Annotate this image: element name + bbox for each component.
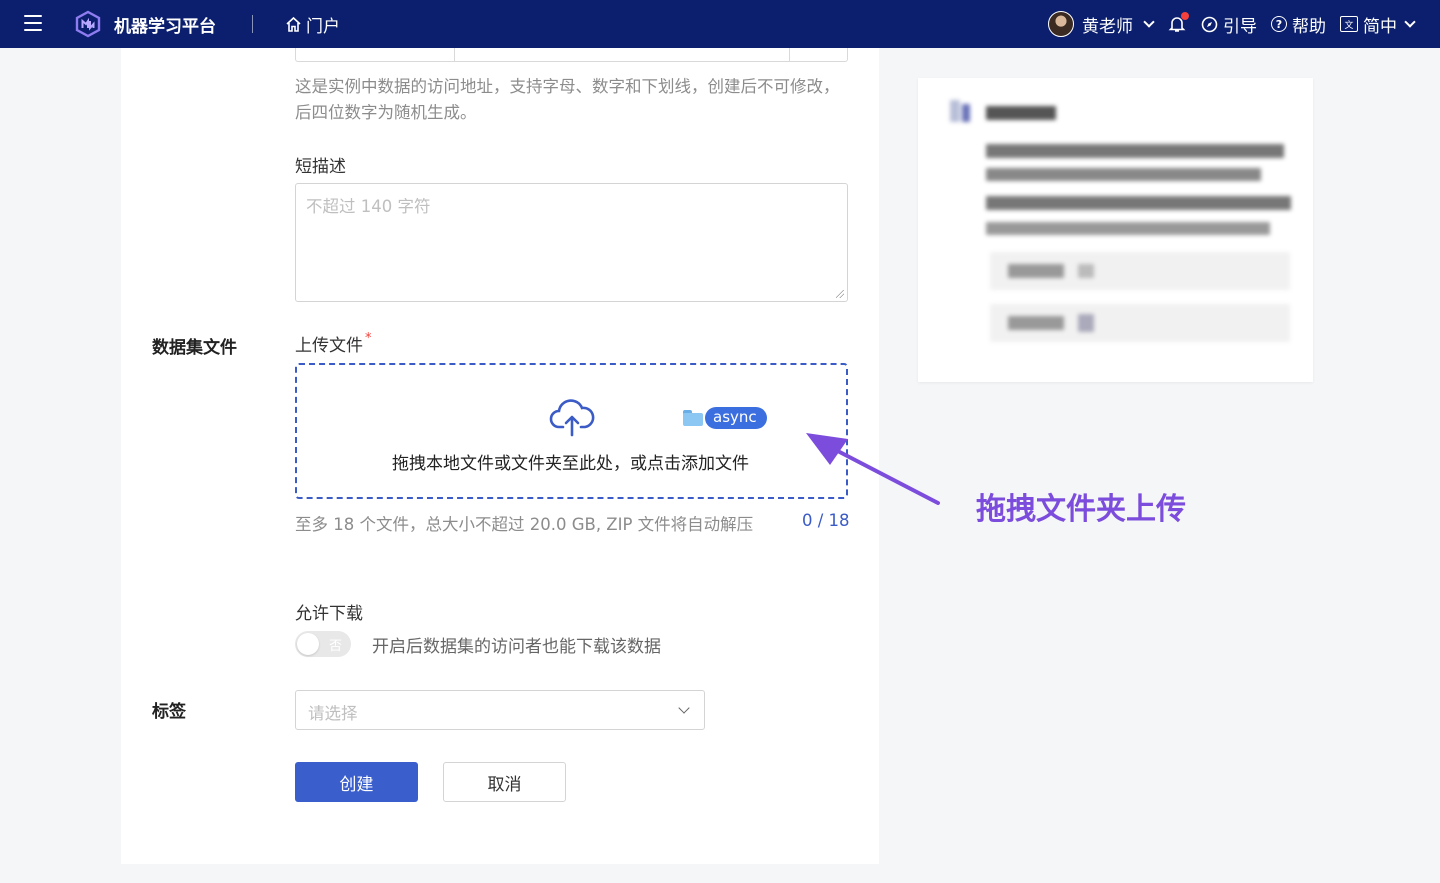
- annotation-arrow-icon: [806, 433, 940, 505]
- portal-link[interactable]: 门户: [285, 12, 340, 37]
- upload-limit-hint: 至多 18 个文件，总大小不超过 20.0 GB, ZIP 文件将自动解压: [295, 515, 754, 534]
- dragging-folder-name: async: [705, 407, 767, 429]
- menu-icon[interactable]: [24, 15, 42, 31]
- folder-icon: [683, 410, 703, 426]
- create-button[interactable]: 创建: [295, 762, 418, 802]
- cancel-button[interactable]: 取消: [443, 762, 566, 802]
- help-icon: ?: [1271, 16, 1287, 32]
- toggle-knob: [297, 633, 319, 655]
- home-icon: [286, 16, 301, 32]
- resize-handle-icon[interactable]: [836, 290, 844, 298]
- allow-download-label: 允许下载: [295, 604, 363, 624]
- side-info-card: [918, 78, 1313, 382]
- slug-input-group[interactable]: [295, 48, 848, 62]
- create-dataset-form: 这是实例中数据的访问地址，支持字母、数字和下划线，创建后不可修改，后四位数字为随…: [121, 48, 879, 864]
- chevron-down-icon: [1143, 15, 1155, 28]
- dragging-folder-preview: async: [683, 407, 767, 429]
- help-label: 帮助: [1292, 16, 1326, 37]
- file-dropzone[interactable]: async 拖拽本地文件或文件夹至此处，或点击添加文件: [295, 363, 848, 499]
- tags-select[interactable]: 请选择: [295, 690, 705, 730]
- portal-label: 门户: [306, 17, 340, 37]
- tags-placeholder: 请选择: [308, 704, 358, 723]
- compass-icon: [1201, 16, 1218, 32]
- guide-label: 引导: [1223, 16, 1257, 37]
- app-title[interactable]: 机器学习平台: [114, 12, 216, 37]
- user-name: 黄老师: [1082, 16, 1133, 37]
- short-desc-textarea[interactable]: 不超过 140 字符: [295, 183, 848, 302]
- chevron-down-icon: [678, 702, 690, 714]
- slug-help-text: 这是实例中数据的访问地址，支持字母、数字和下划线，创建后不可修改，后四位数字为随…: [295, 77, 840, 122]
- allow-download-description: 开启后数据集的访问者也能下载该数据: [372, 637, 661, 657]
- notification-bell-icon[interactable]: [1167, 12, 1189, 34]
- annotation-text: 拖拽文件夹上传: [976, 492, 1186, 527]
- notification-dot: [1181, 12, 1189, 20]
- right-nav: 黄老师 引导 ? 帮助 文 简中: [1048, 0, 1416, 48]
- upload-label-text: 上传文件: [295, 336, 363, 356]
- toggle-state-text: 否: [328, 639, 342, 654]
- required-mark: *: [365, 331, 372, 346]
- dropzone-text: 拖拽本地文件或文件夹至此处，或点击添加文件: [392, 454, 749, 474]
- language-switcher[interactable]: 文 简中: [1340, 12, 1416, 37]
- chevron-down-icon: [1404, 15, 1416, 28]
- slug-input-divider: [789, 48, 790, 62]
- user-menu[interactable]: 黄老师: [1048, 11, 1155, 37]
- top-navigation-bar: 机器学习平台 门户 黄老师 引导 ? 帮助 文 简中: [0, 0, 1440, 48]
- help-link[interactable]: ? 帮助: [1271, 12, 1326, 37]
- guide-link[interactable]: 引导: [1201, 12, 1257, 37]
- dataset-files-section-label: 数据集文件: [152, 338, 237, 358]
- blurred-content: [918, 78, 1313, 382]
- upload-label: 上传文件 *: [295, 331, 372, 356]
- avatar: [1048, 11, 1074, 37]
- slug-input-divider: [454, 48, 455, 62]
- platform-logo-icon[interactable]: [74, 10, 102, 38]
- short-desc-placeholder: 不超过 140 字符: [306, 197, 431, 216]
- allow-download-toggle[interactable]: 否: [295, 631, 351, 657]
- short-desc-label: 短描述: [295, 157, 346, 177]
- tags-section-label: 标签: [152, 702, 186, 722]
- cloud-upload-icon: [549, 399, 595, 437]
- header-divider: [252, 15, 253, 33]
- translate-icon: 文: [1340, 16, 1358, 32]
- language-label: 简中: [1363, 16, 1397, 37]
- upload-file-count: 0 / 18: [802, 511, 850, 530]
